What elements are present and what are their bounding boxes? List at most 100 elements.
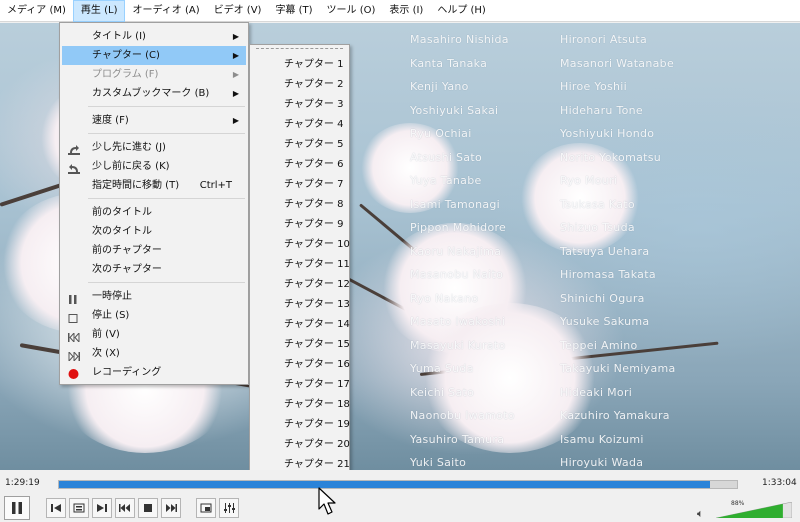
chapter-menu-item[interactable]: チャプター 9 [252, 215, 347, 234]
chapter-menu-item[interactable]: チャプター 16 [252, 355, 350, 374]
chapter-menu-item[interactable]: チャプター 15 [252, 335, 350, 354]
credit-name: Yuki Saito [410, 456, 467, 469]
menu-item-label: レコーディング [92, 367, 162, 378]
credit-name: Shinichi Ogura [560, 291, 645, 305]
menu-item-shortcut: Ctrl+T [199, 180, 232, 191]
menu-item-label: 少し前に戻る (K) [92, 161, 170, 172]
playback-menu-item[interactable]: レコーディング [62, 363, 246, 382]
credit-name: Ryo Nakano [410, 291, 479, 305]
extended-settings-button[interactable] [219, 498, 239, 518]
previous-chapter-button[interactable] [46, 498, 66, 518]
credit-name: Masahiro Nishida [410, 33, 509, 46]
playback-menu-item[interactable]: 停止 (S) [62, 306, 246, 325]
playback-menu-item[interactable]: 前のチャプター [62, 241, 246, 260]
credit-name: Yoshiyuki Hondo [560, 127, 655, 140]
playback-menu-item[interactable]: 速度 (F) ▶ [62, 111, 246, 130]
playback-menu-item[interactable]: 一時停止 [62, 287, 246, 306]
menu-separator [88, 198, 245, 199]
credit-name: Teppei Amino [560, 338, 638, 352]
chapter-menu-item[interactable]: チャプター 5 [252, 135, 347, 154]
credit-name: Norito Yokomatsu [560, 150, 662, 164]
chapter-menu-item[interactable]: チャプター 11 [252, 255, 350, 274]
volume-slider[interactable] [716, 502, 792, 518]
playback-menu-item[interactable]: 前 (V) [62, 325, 246, 344]
chapter-menu-item[interactable]: チャプター 12 [252, 275, 350, 294]
pause-button[interactable] [4, 496, 30, 520]
menu-media[interactable]: メディア (M) [0, 0, 73, 22]
submenu-arrow-icon: ▶ [232, 32, 239, 41]
chapter-menu-item[interactable]: チャプター 2 [252, 75, 347, 94]
chapter-menu-item[interactable]: チャプター 17 [252, 375, 350, 394]
chapter-menu-item[interactable]: チャプター 18 [252, 395, 350, 414]
menu-help[interactable]: ヘルプ (H) [430, 0, 493, 22]
credit-name: Hiromasa Takata [560, 268, 656, 281]
skip-next-icon [97, 504, 107, 512]
next-button[interactable] [161, 498, 181, 518]
chapter-menu-item[interactable]: チャプター 4 [252, 115, 347, 134]
credit-name: Kanta Tanaka [410, 56, 488, 70]
chapter-menu-item[interactable]: チャプター 10 [252, 235, 350, 254]
playback-menu-item[interactable]: チャプター (C) ▶ [62, 46, 246, 65]
menu-view[interactable]: 表示 (I) [382, 0, 430, 22]
menu-audio[interactable]: オーディオ (A) [125, 0, 206, 22]
playback-menu-item[interactable]: 少し前に戻る (K) [62, 157, 246, 176]
chapter-menu-item[interactable]: チャプター 14 [252, 315, 350, 334]
playback-menu-item[interactable]: 前のタイトル [62, 203, 246, 222]
chapter-menu-item[interactable]: チャプター 8 [252, 195, 347, 214]
fast-forward-icon [166, 504, 177, 512]
next-chapter-button[interactable] [92, 498, 112, 518]
menu-item-label: 前 (V) [92, 329, 120, 340]
playback-menu-item[interactable]: 少し先に進む (J) [62, 138, 246, 157]
previous-button[interactable] [115, 498, 135, 518]
fullscreen-button[interactable] [196, 498, 216, 518]
playback-menu-item[interactable]: カスタムブックマーク (B) ▶ [62, 84, 246, 103]
speaker-icon[interactable]: 🔈︎ [697, 507, 704, 521]
chapter-submenu: チャプター 1 チャプター 2 チャプター 3 チャプター 4 チャプター 5 チャプター… [249, 44, 350, 522]
menu-item-label: 速度 (F) [92, 115, 129, 126]
submenu-arrow-icon: ▶ [232, 51, 239, 60]
credit-name: Kenji Yano [410, 80, 469, 93]
credit-name: Takayuki Nemiyama [560, 362, 676, 375]
stop-button[interactable] [138, 498, 158, 518]
menu-scroll-indicator[interactable] [256, 48, 343, 49]
submenu-arrow-icon: ▶ [232, 116, 239, 125]
chapter-menu-item[interactable]: チャプター 7 [252, 175, 347, 194]
credit-name: Ryo Mouri [560, 174, 618, 187]
chapter-menu-item[interactable]: チャプター 1 [252, 55, 347, 74]
menu-item-label: チャプター 17 [284, 379, 350, 390]
menu-tools[interactable]: ツール (O) [320, 0, 383, 22]
menu-item-label: 停止 (S) [92, 310, 130, 321]
menu-item-label: チャプター 7 [284, 179, 344, 190]
playback-menu-item[interactable]: 次 (X) [62, 344, 246, 363]
menu-item-label: チャプター 6 [284, 159, 344, 170]
menu-video[interactable]: ビデオ (V) [207, 0, 269, 22]
credit-name: Yasuhiro Tamura [410, 432, 505, 446]
stop-icon [68, 311, 78, 323]
menu-separator [88, 282, 245, 283]
menu-item-label: チャプター 2 [284, 79, 344, 90]
playlist-button[interactable] [69, 498, 89, 518]
playback-menu-item[interactable]: 指定時間に移動 (T) Ctrl+T [62, 176, 246, 195]
playback-menu-item[interactable]: タイトル (I) ▶ [62, 27, 246, 46]
credit-name: Masato Iwakoshi [410, 315, 506, 328]
chapter-menu-item[interactable]: チャプター 3 [252, 95, 347, 114]
pause-icon [68, 292, 78, 304]
credit-name: Hiroe Yoshii [560, 80, 628, 93]
menu-playback[interactable]: 再生 (L) [72, 0, 126, 22]
credit-name: Isami Tamonagi [410, 197, 501, 211]
playback-menu-item[interactable]: 次のチャプター [62, 260, 246, 279]
seek-bar[interactable] [58, 480, 738, 489]
jump-backward-icon [68, 162, 80, 174]
chapter-menu-item[interactable]: チャプター 13 [252, 295, 350, 314]
menu-item-label: 指定時間に移動 (T) [92, 180, 180, 191]
menu-item-label: チャプター 19 [284, 419, 350, 430]
menu-separator [88, 106, 245, 107]
chapter-menu-item[interactable]: チャプター 19 [252, 415, 350, 434]
previous-icon [68, 330, 80, 344]
menu-item-label: チャプター 11 [284, 259, 350, 270]
equalizer-icon [224, 503, 235, 513]
playback-menu-item[interactable]: 次のタイトル [62, 222, 246, 241]
chapter-menu-item[interactable]: チャプター 20 [252, 435, 350, 454]
menu-subtitle[interactable]: 字幕 (T) [268, 0, 319, 22]
chapter-menu-item[interactable]: チャプター 6 [252, 155, 347, 174]
